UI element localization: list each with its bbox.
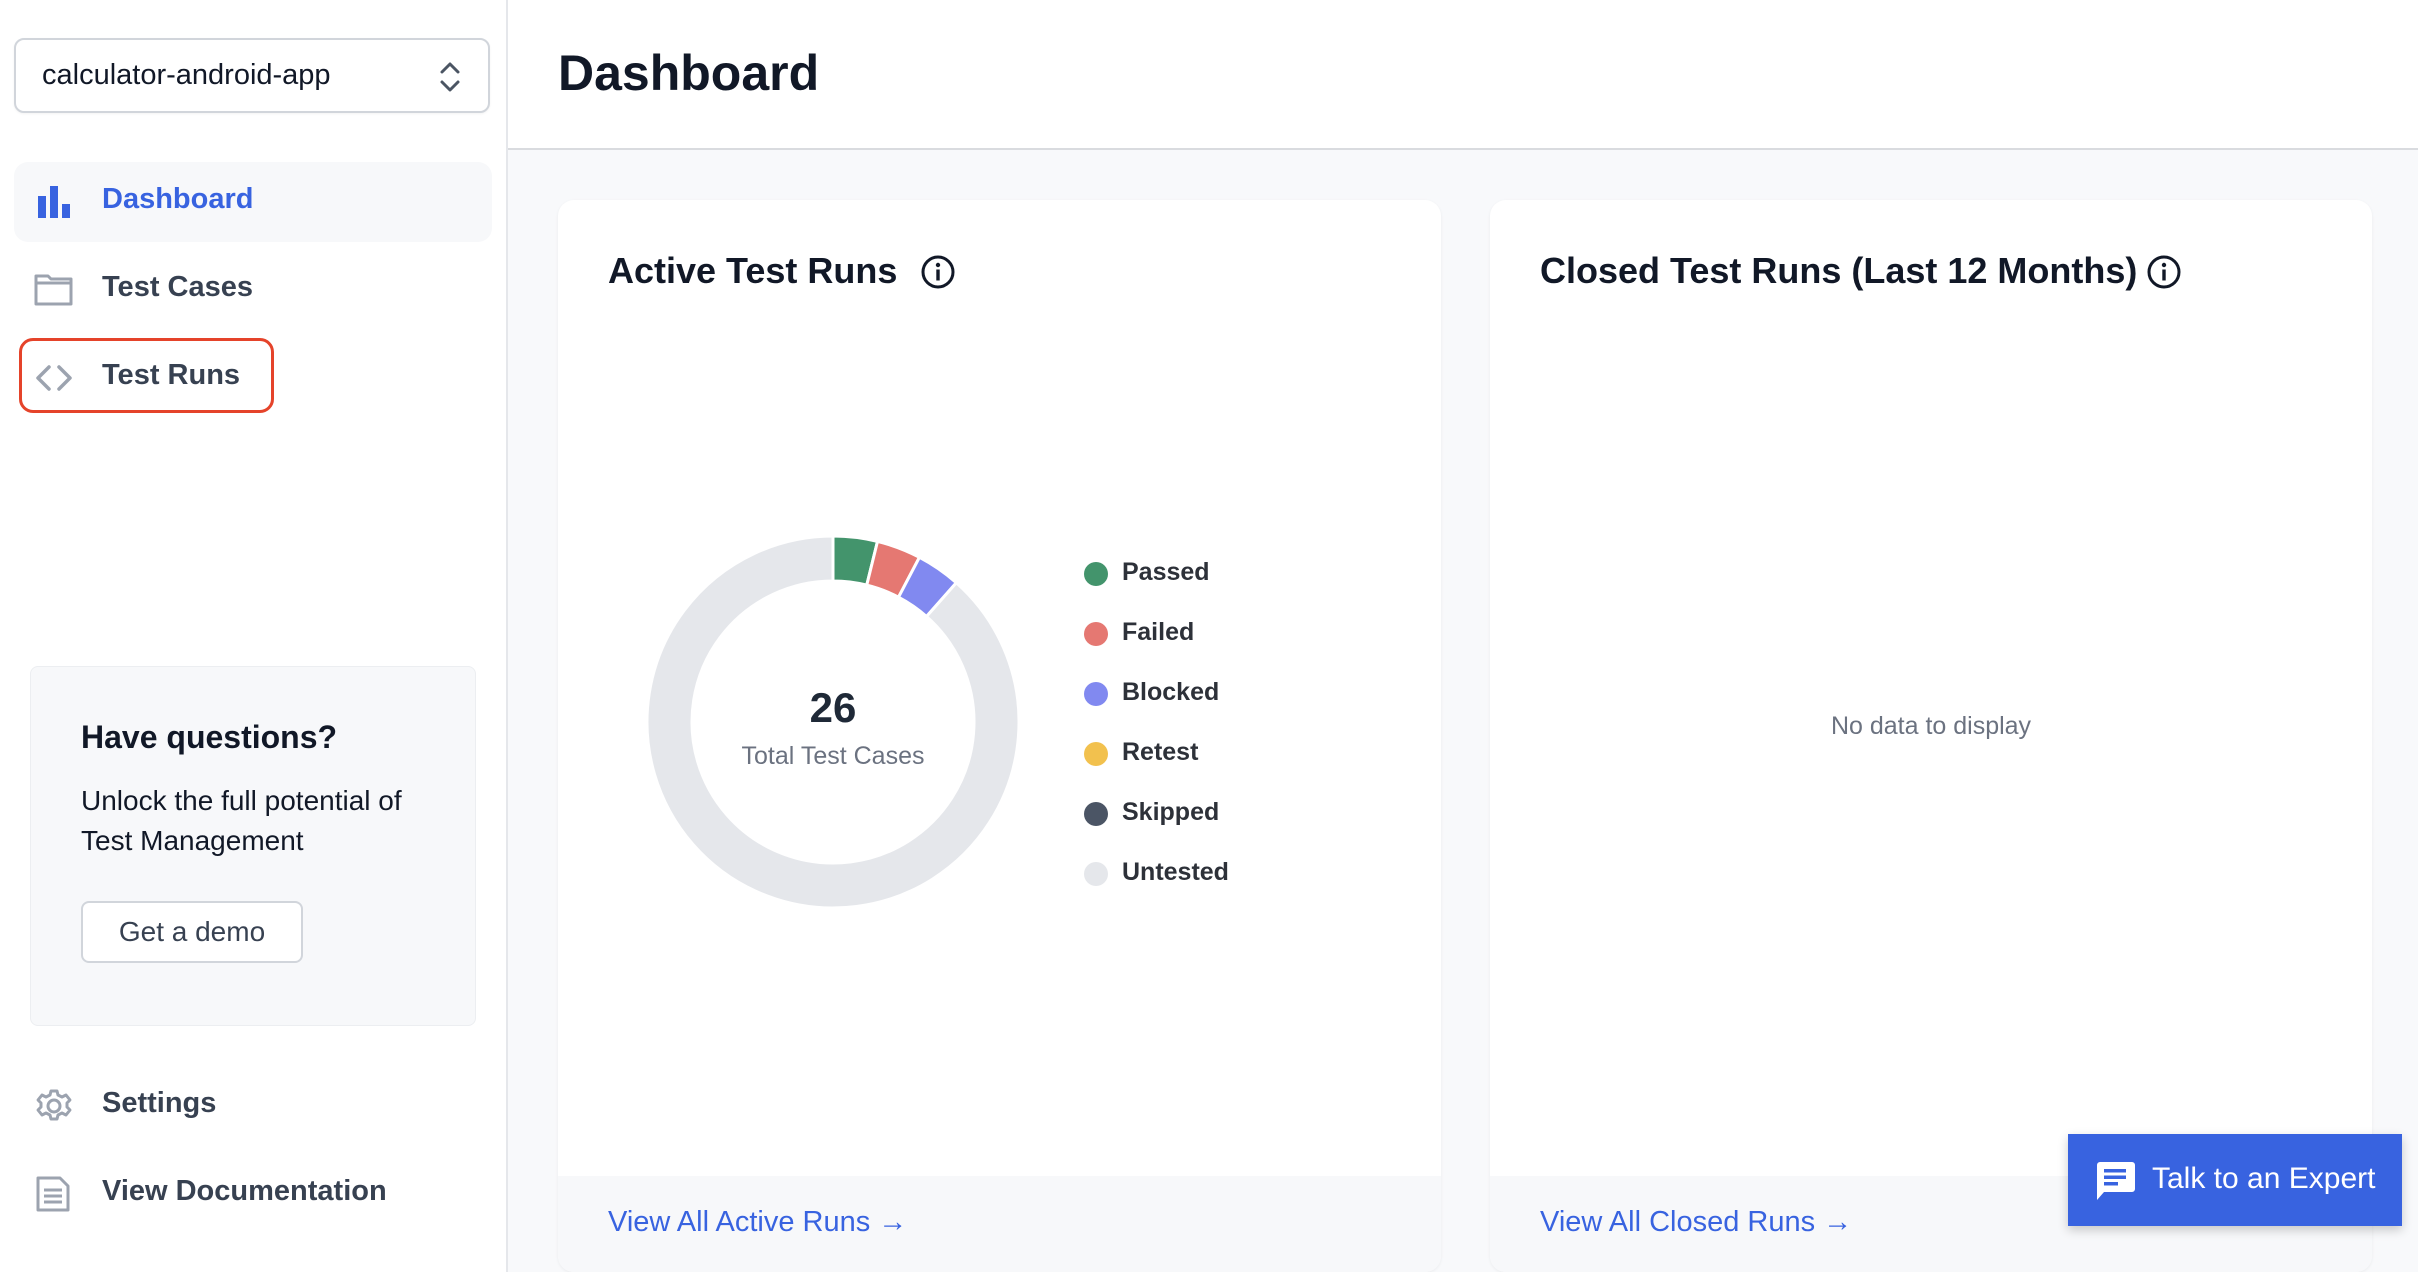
page-title: Dashboard xyxy=(558,45,820,101)
legend-dot-icon xyxy=(1084,742,1108,766)
document-icon xyxy=(36,1176,70,1212)
promo-card: Have questions? Unlock the full potentia… xyxy=(30,666,476,1026)
sidebar-item-dashboard[interactable]: Dashboard xyxy=(14,162,492,242)
legend-label: Retest xyxy=(1122,738,1199,766)
legend-dot-icon xyxy=(1084,682,1108,706)
sidebar-item-view-documentation[interactable]: View Documentation xyxy=(14,1154,492,1234)
sidebar-item-label: Dashboard xyxy=(102,183,254,215)
sidebar-item-label: View Documentation xyxy=(102,1175,387,1207)
sidebar-item-settings[interactable]: Settings xyxy=(14,1066,492,1146)
chat-icon xyxy=(2097,1162,2135,1200)
legend-label: Failed xyxy=(1122,618,1195,646)
page-header: Dashboard xyxy=(508,0,2418,150)
gear-icon xyxy=(36,1089,72,1121)
legend-label: Passed xyxy=(1122,558,1210,586)
legend-label: Untested xyxy=(1122,858,1229,886)
promo-description: Unlock the full potential of Test Manage… xyxy=(81,785,402,856)
info-icon[interactable] xyxy=(2146,254,2182,290)
promo-title: Have questions? xyxy=(81,719,338,755)
project-select-value: calculator-android-app xyxy=(42,59,331,91)
legend-dot-icon xyxy=(1084,562,1108,586)
sidebar: calculator-android-app Dashboard Test Ca… xyxy=(0,0,508,1272)
legend-label: Skipped xyxy=(1122,798,1220,826)
sidebar-item-test-cases[interactable]: Test Cases xyxy=(14,250,492,330)
legend-label: Blocked xyxy=(1122,678,1220,706)
active-test-runs-card: Active Test Runs 26 Total Test Cases Pas… xyxy=(558,200,1441,1272)
sidebar-item-label: Settings xyxy=(102,1087,217,1119)
sidebar-item-label: Test Cases xyxy=(102,271,253,303)
donut-total-value: 26 xyxy=(809,684,857,731)
donut-chart xyxy=(645,534,1021,910)
code-icon xyxy=(36,365,72,391)
sidebar-item-test-runs[interactable]: Test Runs xyxy=(14,338,492,418)
donut-total-label: Total Test Cases xyxy=(741,742,925,770)
card-title: Closed Test Runs (Last 12 Months) xyxy=(1540,250,2138,291)
sidebar-item-label: Test Runs xyxy=(102,359,241,391)
view-all-closed-runs-link[interactable]: View All Closed Runs → xyxy=(1540,1206,1852,1239)
legend-dot-icon xyxy=(1084,622,1108,646)
bar-chart-icon xyxy=(38,186,70,218)
chevron-up-down-icon xyxy=(440,62,460,92)
talk-to-expert-label: Talk to an Expert xyxy=(2152,1162,2376,1195)
closed-test-runs-card: Closed Test Runs (Last 12 Months) No dat… xyxy=(1490,200,2372,1272)
get-demo-button[interactable]: Get a demo xyxy=(81,901,303,963)
folder-icon xyxy=(34,274,73,306)
empty-state-text: No data to display xyxy=(1830,712,2032,740)
talk-to-expert-button[interactable]: Talk to an Expert xyxy=(2068,1134,2402,1226)
legend-dot-icon xyxy=(1084,862,1108,886)
card-footer: View All Active Runs → xyxy=(558,1176,1441,1272)
view-all-active-runs-link[interactable]: View All Active Runs → xyxy=(608,1206,907,1239)
legend-dot-icon xyxy=(1084,802,1108,826)
project-select[interactable]: calculator-android-app xyxy=(14,38,490,113)
